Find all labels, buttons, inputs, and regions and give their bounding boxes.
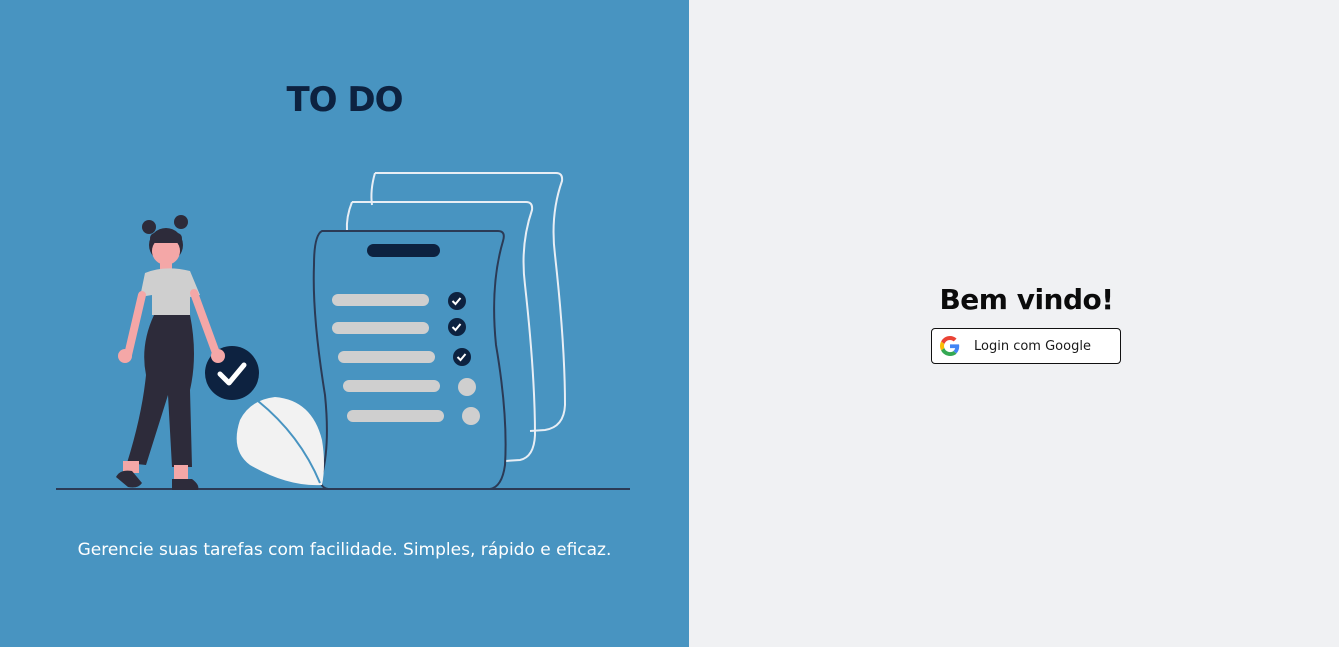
- app-title: TO DO: [286, 80, 403, 120]
- google-login-label: Login com Google: [974, 338, 1091, 354]
- tagline: Gerencie suas tarefas com facilidade. Si…: [77, 540, 612, 560]
- login-page: TO DO Gerencie suas tarefas com facilida…: [0, 0, 1339, 647]
- brand-panel: TO DO Gerencie suas tarefas com facilida…: [0, 0, 689, 647]
- google-login-button[interactable]: Login com Google: [931, 328, 1121, 364]
- google-icon: [940, 336, 960, 356]
- login-panel: Bem vindo! Login com Google: [689, 0, 1339, 647]
- woman-checklist-illustration: [56, 172, 630, 490]
- welcome-heading: Bem vindo!: [939, 283, 1114, 316]
